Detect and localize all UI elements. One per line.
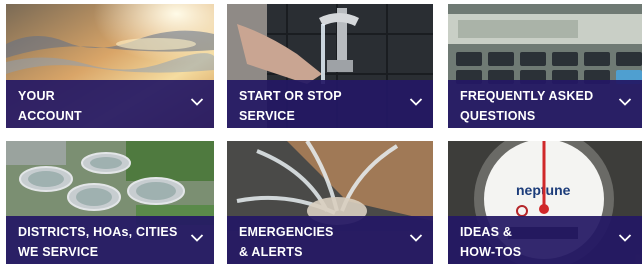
chevron-down-icon[interactable]	[409, 233, 423, 243]
tile-label: IDEAS & HOW-TOS	[460, 225, 522, 259]
chevron-down-icon[interactable]	[190, 233, 204, 243]
chevron-down-icon[interactable]	[618, 233, 632, 243]
chevron-down-icon[interactable]	[618, 97, 632, 107]
tile-label: DISTRICTS, HOAs, CITIES WE SERVICE	[18, 225, 178, 259]
tile-label-band: EMERGENCIES & ALERTS	[227, 216, 433, 264]
tile-label: FREQUENTLY ASKED QUESTIONS	[460, 89, 594, 123]
tile-label-band: IDEAS & HOW-TOS	[448, 216, 642, 264]
tile-emergencies-alerts[interactable]: EMERGENCIES & ALERTS	[227, 141, 433, 264]
tile-label: EMERGENCIES & ALERTS	[239, 225, 334, 259]
chevron-down-icon[interactable]	[409, 97, 423, 107]
tile-frequently-asked-questions[interactable]: FREQUENTLY ASKED QUESTIONS	[448, 4, 642, 128]
tile-label-band: YOUR ACCOUNT	[6, 80, 214, 128]
tile-label-band: FREQUENTLY ASKED QUESTIONS	[448, 80, 642, 128]
tile-districts-hoas-cities[interactable]: DISTRICTS, HOAs, CITIES WE SERVICE	[6, 141, 214, 264]
tile-label: YOUR ACCOUNT	[18, 89, 82, 123]
chevron-down-icon[interactable]	[190, 97, 204, 107]
tile-start-or-stop-service[interactable]: START OR STOP SERVICE	[227, 4, 433, 128]
tile-ideas-how-tos[interactable]: neptune IDEAS & HOW-TOS	[448, 141, 642, 264]
tile-label: START OR STOP SERVICE	[239, 89, 342, 123]
tile-label-band: DISTRICTS, HOAs, CITIES WE SERVICE	[6, 216, 214, 264]
tile-label-band: START OR STOP SERVICE	[227, 80, 433, 128]
tile-your-account[interactable]: YOUR ACCOUNT	[6, 4, 214, 128]
